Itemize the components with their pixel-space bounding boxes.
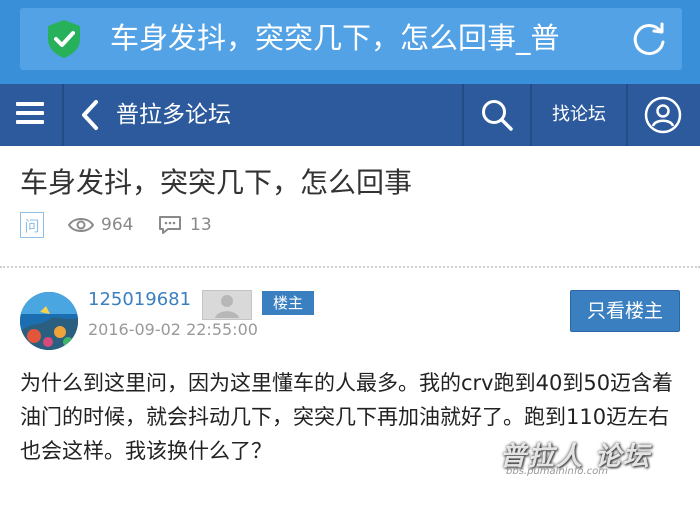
user-profile-icon[interactable] [644, 96, 682, 134]
search-icon[interactable] [480, 98, 514, 132]
only-view-owner-button[interactable]: 只看楼主 [570, 290, 680, 332]
browser-url-bar: 车身发抖，突突几下，怎么回事_普 [0, 0, 700, 84]
thread-owner-badge: 楼主 [262, 291, 314, 315]
nav-separator [462, 84, 464, 146]
url-box[interactable]: 车身发抖，突突几下，怎么回事_普 [20, 8, 682, 70]
back-chevron-icon[interactable] [80, 99, 100, 131]
site-watermark: 普拉人 论坛 bbs.pumaininfo.com [500, 436, 680, 482]
watermark-sub-text: bbs.pumaininfo.com [506, 466, 609, 477]
find-forum-button[interactable]: 找论坛 [532, 96, 626, 134]
url-title-text[interactable]: 车身发抖，突突几下，怎么回事_普 [110, 18, 590, 58]
post-timestamp: 2016-09-02 22:55:00 [88, 320, 258, 339]
reload-icon[interactable] [630, 20, 668, 58]
replies-chat-icon [159, 216, 181, 234]
views-eye-icon [68, 218, 94, 232]
reply-count: 13 [190, 215, 212, 235]
menu-icon[interactable] [16, 102, 44, 126]
section-divider [0, 266, 700, 268]
nav-separator [626, 84, 628, 146]
avatar-image [20, 292, 78, 350]
view-count: 964 [101, 215, 134, 235]
forum-title[interactable]: 普拉多论坛 [116, 96, 231, 134]
thread-title: 车身发抖，突突几下，怎么回事 [20, 166, 413, 199]
nav-separator [62, 84, 64, 146]
user-silhouette-icon [215, 295, 239, 318]
secure-shield-icon [48, 20, 80, 58]
forum-nav-bar: 普拉多论坛 找论坛 [0, 84, 700, 146]
avatar[interactable] [20, 292, 78, 350]
user-level-badge [202, 290, 252, 320]
question-type-badge: 问 [20, 212, 44, 238]
author-username[interactable]: 125019681 [88, 286, 191, 314]
